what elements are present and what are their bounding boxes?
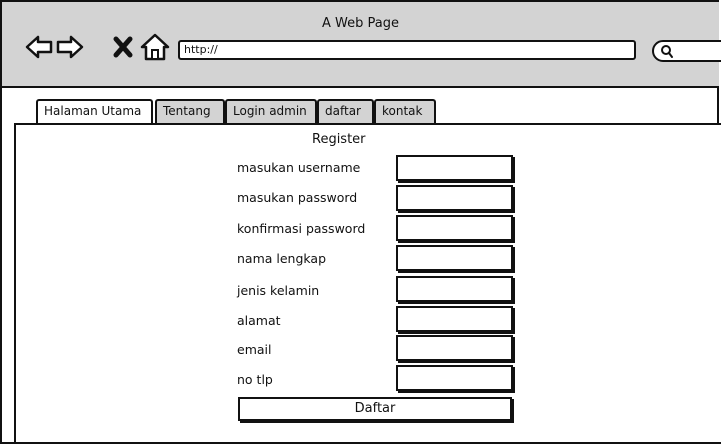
tab-halaman-utama[interactable]: Halaman Utama: [36, 99, 153, 123]
email-field[interactable]: [396, 335, 513, 361]
form-title: Register: [312, 132, 366, 147]
username-field[interactable]: [396, 155, 513, 181]
full-name-label: nama lengkap: [237, 251, 327, 266]
url-input[interactable]: http://: [178, 40, 636, 60]
tab-label: Login admin: [233, 104, 307, 118]
tab-login-admin[interactable]: Login admin: [225, 99, 317, 123]
tab-kontak[interactable]: kontak: [374, 99, 436, 123]
tab-tentang[interactable]: Tentang: [155, 99, 225, 123]
gender-field[interactable]: [396, 276, 513, 302]
tab-label: Tentang: [163, 104, 211, 118]
phone-field[interactable]: [396, 365, 513, 391]
confirm-password-label: konfirmasi password: [237, 221, 366, 236]
tab-daftar[interactable]: daftar: [317, 99, 374, 123]
tab-label: kontak: [382, 104, 423, 118]
confirm-password-field[interactable]: [396, 215, 513, 241]
tab-label: Halaman Utama: [44, 104, 142, 118]
email-label: email: [237, 342, 272, 357]
gender-label: jenis kelamin: [237, 283, 320, 298]
browser-search-input[interactable]: [652, 40, 721, 62]
stop-icon[interactable]: [109, 32, 139, 62]
window-title: A Web Page: [322, 16, 399, 31]
address-label: alamat: [237, 313, 281, 328]
full-name-field[interactable]: [396, 245, 513, 271]
address-field[interactable]: [396, 306, 513, 332]
phone-label: no tlp: [237, 372, 273, 387]
search-icon: [661, 45, 673, 58]
forward-arrow-icon[interactable]: [55, 32, 85, 62]
password-field[interactable]: [396, 185, 513, 211]
username-label: masukan username: [237, 160, 361, 175]
daftar-button[interactable]: Daftar: [238, 397, 512, 421]
home-icon[interactable]: [140, 32, 170, 62]
browser-toolbar: A Web Page http://: [2, 2, 721, 88]
back-arrow-icon[interactable]: [24, 32, 54, 62]
tab-label: daftar: [325, 104, 361, 118]
password-label: masukan password: [237, 190, 358, 205]
content-panel: [14, 123, 721, 444]
